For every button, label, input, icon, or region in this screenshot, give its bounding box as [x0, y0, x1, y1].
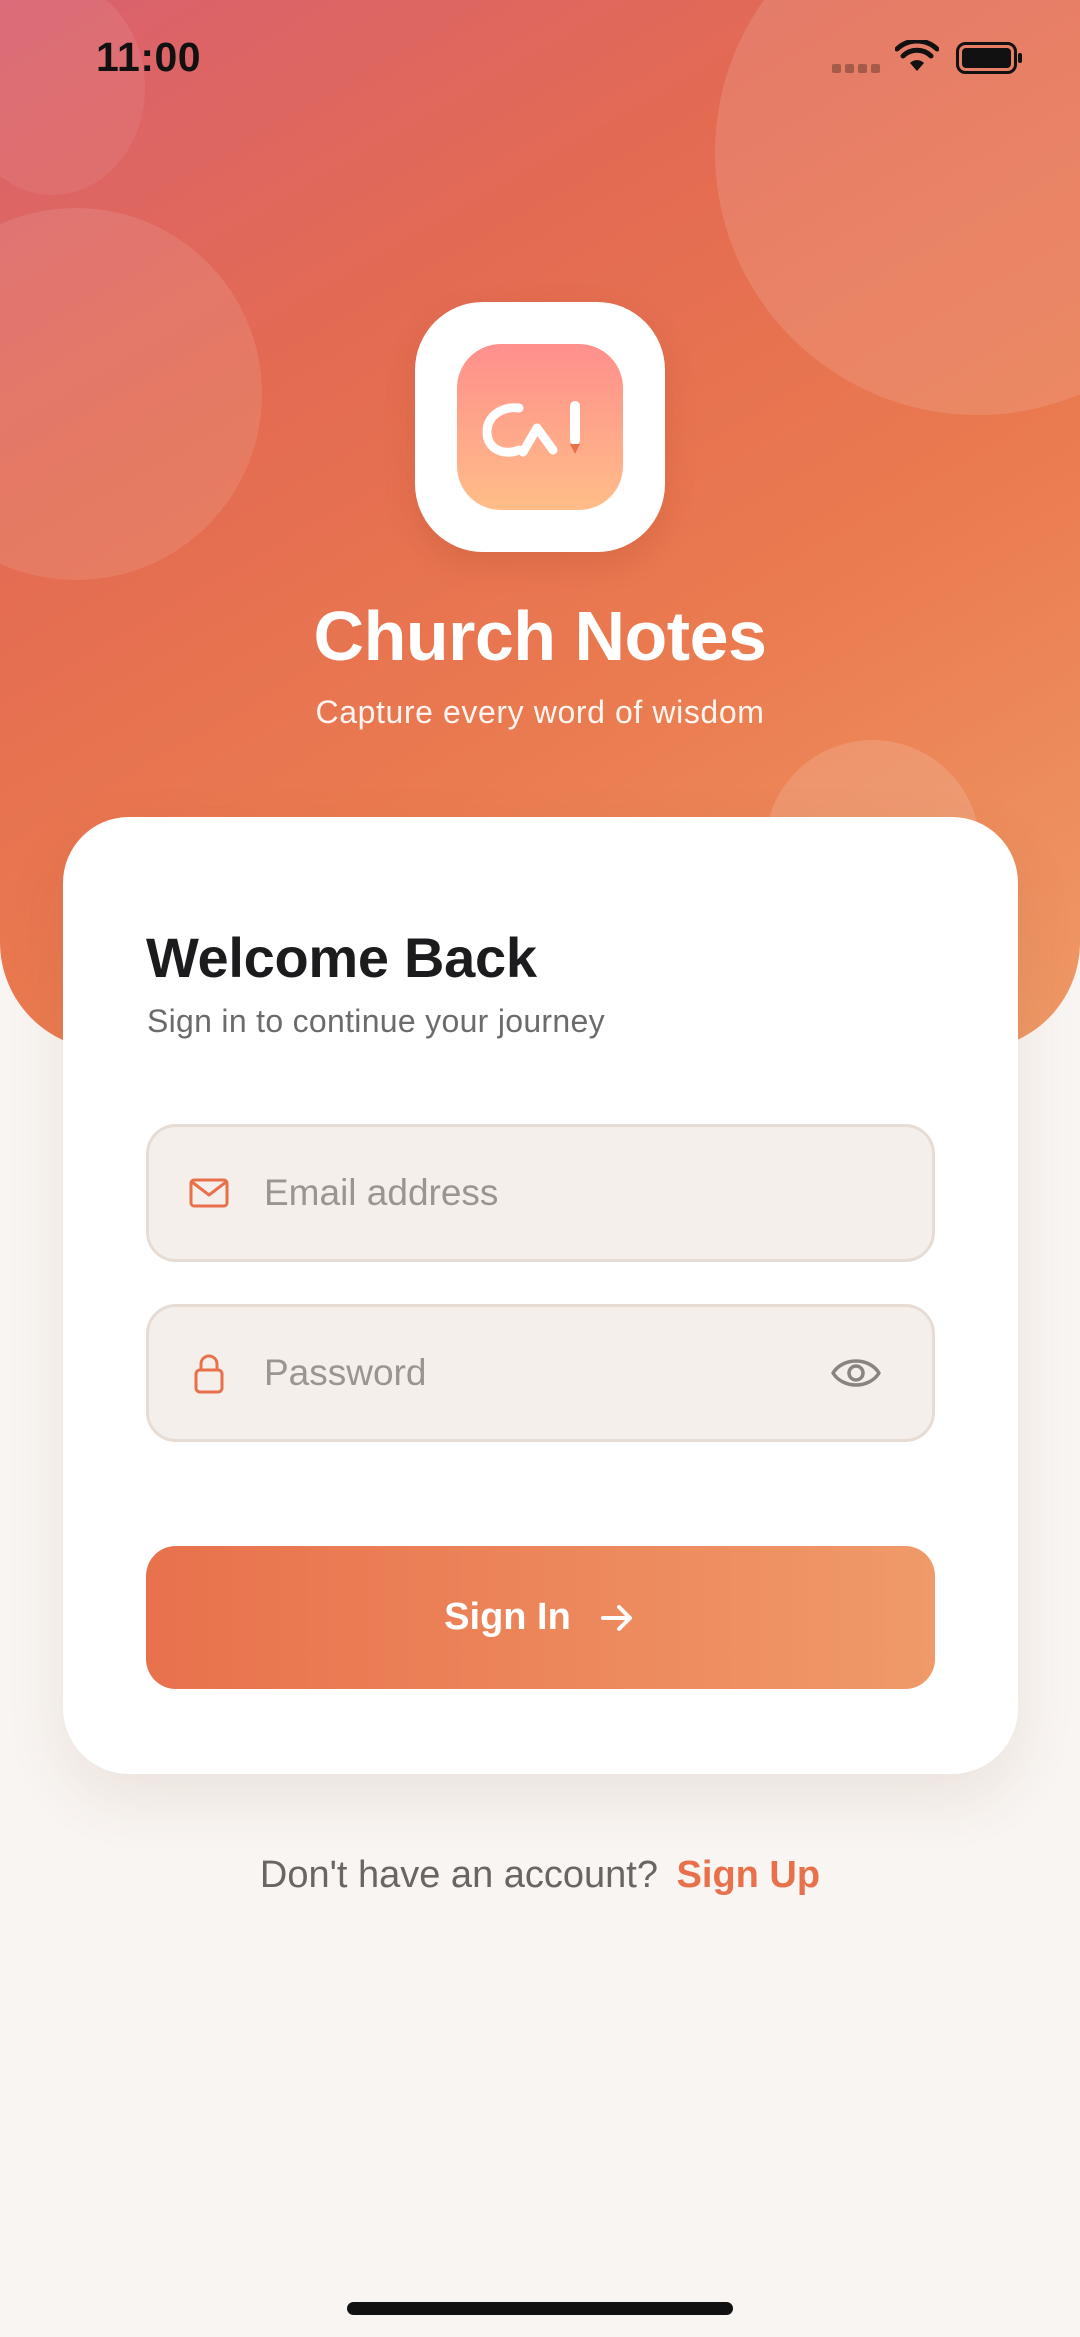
password-field[interactable] [146, 1304, 935, 1442]
app-title: Church Notes [313, 597, 767, 675]
decorative-circle [0, 208, 262, 580]
card-title: Welcome Back [146, 926, 537, 989]
lock-icon [194, 1354, 224, 1394]
signup-row: Don't have an account? Sign Up [0, 1854, 1080, 1897]
sign-up-link[interactable]: Sign Up [677, 1854, 821, 1896]
sign-in-button[interactable]: Sign In [146, 1546, 935, 1689]
status-time: 11:00 [96, 34, 202, 80]
battery-icon [956, 42, 1022, 74]
email-input[interactable] [264, 1127, 804, 1259]
card-subtitle: Sign in to continue your journey [147, 1003, 605, 1039]
eye-icon[interactable] [829, 1349, 883, 1397]
email-field[interactable] [146, 1124, 935, 1262]
arrow-right-icon [600, 1604, 632, 1631]
app-tagline: Capture every word of wisdom [315, 694, 765, 730]
login-card: Welcome Back Sign in to continue your jo… [63, 817, 1018, 1774]
app-logo-icon [457, 344, 623, 510]
status-bar: 11:00 [0, 0, 1080, 120]
home-indicator[interactable] [347, 2302, 733, 2315]
mail-icon [189, 1178, 229, 1208]
wifi-icon [895, 40, 939, 71]
sign-in-label: Sign In [444, 1596, 571, 1638]
signal-icon [832, 64, 880, 73]
signup-prompt: Don't have an account? [259, 1854, 658, 1896]
app-logo [415, 302, 665, 552]
password-input[interactable] [264, 1307, 804, 1439]
